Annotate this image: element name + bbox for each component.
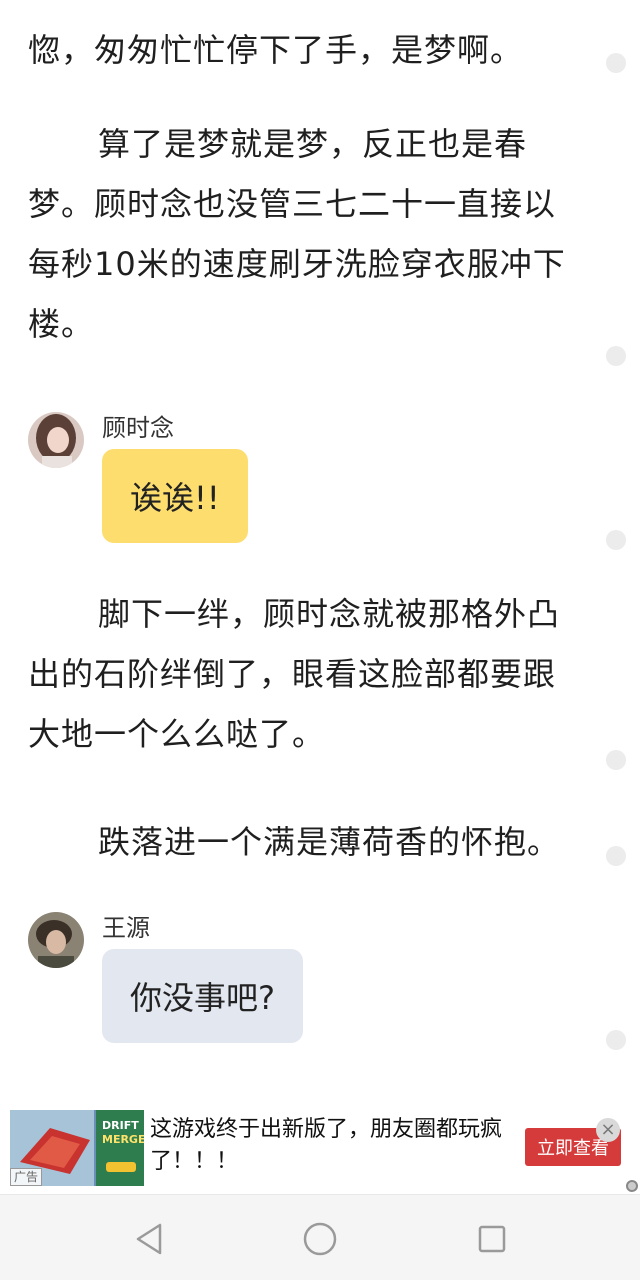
back-icon[interactable]	[132, 1221, 168, 1257]
ad-banner[interactable]: DRIFT MERGE 广告 这游戏终于出新版了，朋友圈都玩疯了！！！ 立即查看…	[10, 1108, 630, 1188]
close-icon[interactable]: ×	[596, 1118, 620, 1142]
avatar-wang-yuan[interactable]	[28, 912, 84, 968]
paragraph-comment-dot[interactable]	[606, 846, 626, 866]
recents-icon[interactable]	[474, 1221, 510, 1257]
paragraph-comment-dot[interactable]	[606, 530, 626, 550]
avatar-gu-shinian[interactable]	[28, 412, 84, 468]
story-paragraph-1: 惚，匆匆忙忙停下了手，是梦啊。	[28, 31, 524, 69]
paragraph-comment-dot[interactable]	[606, 1030, 626, 1050]
story-paragraph-3: 脚下一绊，顾时念就被那格外凸出的石阶绊倒了，眼看这脸部都要跟大地一个么么哒了。	[28, 595, 561, 753]
ad-tag-label: 广告	[10, 1168, 43, 1186]
home-icon[interactable]	[302, 1221, 338, 1257]
speaker-name: 王源	[102, 914, 150, 942]
reader-screen: 惚，匆匆忙忙停下了手，是梦啊。 算了是梦就是梦，反正也是春梦。顾时念也没管三七二…	[0, 0, 640, 1280]
speaker-name: 顾时念	[102, 414, 174, 442]
paragraph-comment-dot[interactable]	[606, 53, 626, 73]
story-paragraph-2: 算了是梦就是梦，反正也是春梦。顾时念也没管三七二十一直接以每秒10米的速度刷牙洗…	[28, 125, 566, 343]
chat-bubble: 你没事吧?	[102, 949, 303, 1043]
ad-headline[interactable]: 这游戏终于出新版了，朋友圈都玩疯了！！！	[150, 1114, 520, 1178]
system-nav-bar	[0, 1194, 640, 1280]
paragraph-comment-dot[interactable]	[606, 750, 626, 770]
paragraph-comment-dot[interactable]	[606, 346, 626, 366]
ad-thumb-title-2: MERGE	[102, 1133, 144, 1146]
ad-info-icon[interactable]	[626, 1180, 638, 1192]
ad-thumb-title-1: DRIFT	[102, 1119, 139, 1132]
chat-bubble: 诶诶!!	[102, 449, 248, 543]
story-paragraph-4: 跌落进一个满是薄荷香的怀抱。	[98, 823, 561, 861]
ad-thumbnail[interactable]: DRIFT MERGE 广告	[10, 1110, 144, 1186]
